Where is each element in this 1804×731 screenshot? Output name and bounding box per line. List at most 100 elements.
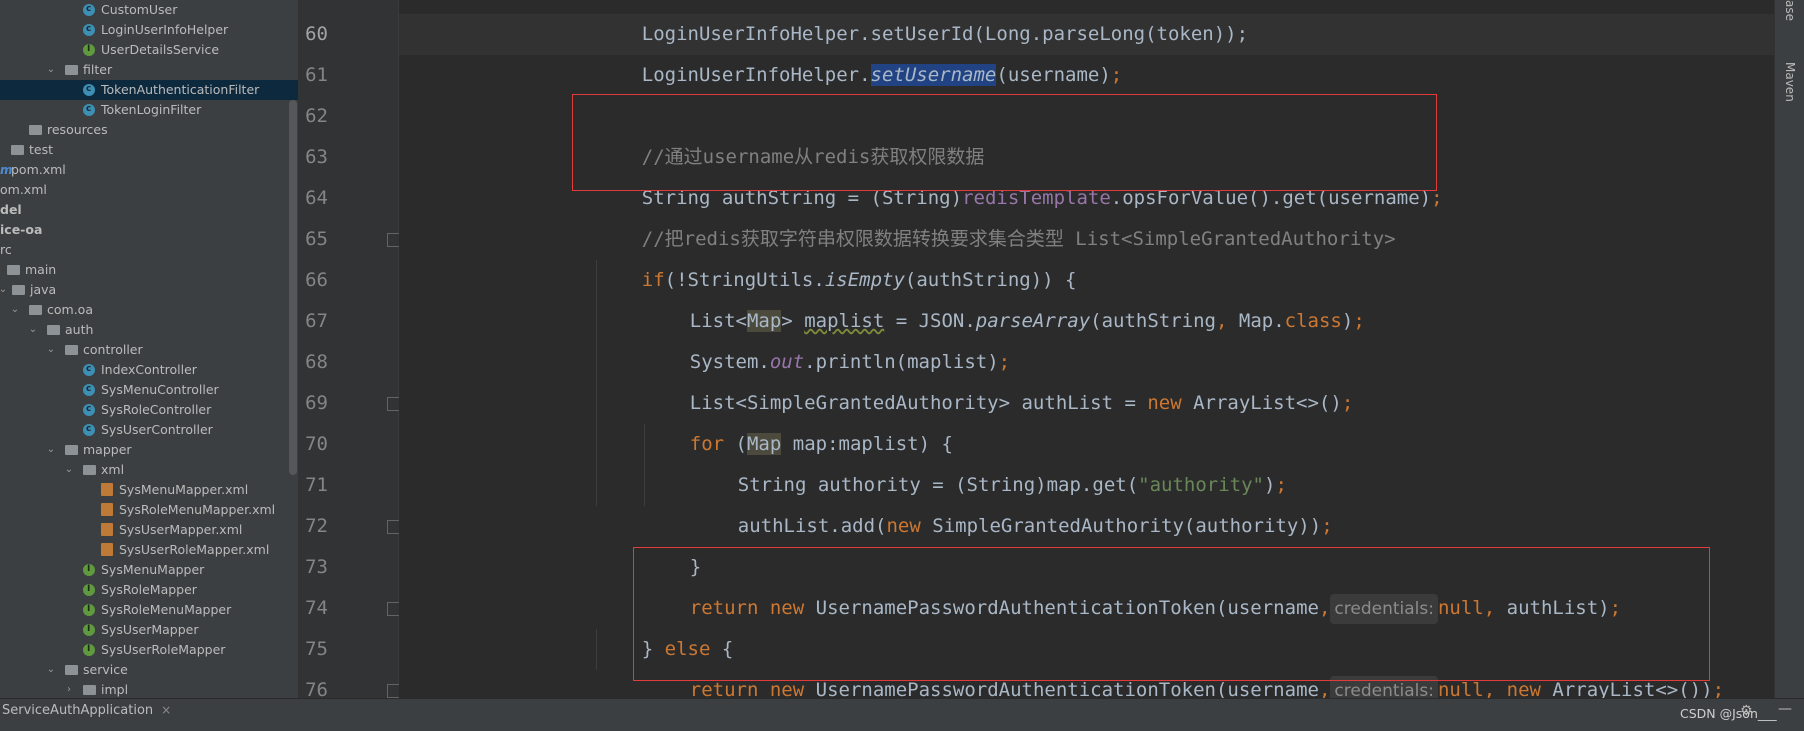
database-tab[interactable]: ase [1783, 0, 1797, 21]
csdn-watermark: CSDN @Json___ [1680, 706, 1777, 721]
close-icon[interactable]: × [161, 703, 171, 717]
xml-file-icon [101, 503, 113, 516]
tree-item-mapper[interactable]: ⌄ mapper [0, 440, 298, 460]
tree-item-pom-xml[interactable]: m pom.xml [0, 160, 298, 180]
tree-item-sysrolemenumapper[interactable]: SysRoleMenuMapper [0, 599, 298, 620]
tree-item-sysuserrolemapper-xml[interactable]: SysUserRoleMapper.xml [0, 540, 298, 560]
line-number: 70 [305, 433, 328, 455]
class-icon [83, 0, 95, 19]
tree-scrollbar[interactable] [289, 100, 297, 475]
tree-item-java[interactable]: ⌄ java [0, 280, 298, 300]
code-line-59[interactable]: LoginUserInfoHelper.setUserId(Long.parse… [596, 0, 1248, 45]
code-line-72[interactable]: } [644, 506, 701, 578]
folder-icon [12, 285, 25, 295]
chevron-down-icon[interactable]: ⌄ [45, 440, 57, 460]
line-number: 72 [305, 515, 328, 537]
interface-icon [83, 559, 95, 579]
code-editor[interactable]: LoginUserInfoHelper.setUserId(Long.parse… [399, 0, 1774, 698]
tree-item-auth[interactable]: ⌄ auth [0, 320, 298, 340]
tree-item-customuser[interactable]: CustomUser [0, 0, 298, 20]
chevron-down-icon[interactable]: ⌄ [9, 300, 21, 320]
code-line-69[interactable]: for (Map map:maplist) { [644, 383, 953, 455]
run-tab-label: ServiceAuthApplication [2, 703, 154, 718]
interface-icon [83, 639, 95, 659]
chevron-down-icon[interactable]: ⌄ [0, 280, 9, 300]
line-number: 65 [305, 228, 328, 250]
line-number: 68 [305, 351, 328, 373]
tree-item-com-oa[interactable]: ⌄ com.oa [0, 300, 298, 320]
folder-icon [65, 665, 78, 675]
tree-item-sysmenucontroller[interactable]: SysMenuController [0, 379, 298, 400]
tree-item-resources[interactable]: resources [0, 120, 298, 140]
tree-item-sysmenumapper[interactable]: SysMenuMapper [0, 559, 298, 580]
tree-item-sysusermapper-xml[interactable]: SysUserMapper.xml [0, 520, 298, 540]
tree-item-main[interactable]: main [0, 260, 298, 280]
maven-tab[interactable]: Maven [1783, 62, 1797, 102]
folder-icon [29, 125, 42, 135]
run-tab[interactable]: ServiceAuthApplication × [0, 699, 177, 721]
line-number: 64 [305, 187, 328, 209]
chevron-down-icon[interactable]: ⌄ [27, 320, 39, 340]
tree-item-service-oa[interactable]: ice-oa [0, 220, 298, 240]
folder-icon [65, 65, 78, 75]
line-number: 61 [305, 64, 328, 86]
xml-file-icon [101, 523, 113, 536]
line-number: 74 [305, 597, 328, 619]
line-number: 75 [305, 638, 328, 660]
gear-icon[interactable]: ⚙ [1740, 703, 1753, 719]
chevron-down-icon[interactable]: ⌄ [45, 340, 57, 360]
code-line-65[interactable]: if(!StringUtils.isEmpty(authString)) { [596, 219, 1077, 291]
tree-item-indexcontroller[interactable]: IndexController [0, 359, 298, 380]
bottom-bar: ServiceAuthApplication × CSDN @Json___ ⚙ … [0, 698, 1804, 731]
folder-icon [83, 685, 96, 695]
tree-item-xml[interactable]: ⌄ xml [0, 460, 298, 480]
tree-item-controller[interactable]: ⌄ controller [0, 340, 298, 360]
tree-item-pom-xml-2[interactable]: om.xml [0, 180, 298, 200]
tree-item-sysmenumapper-xml[interactable]: SysMenuMapper.xml [0, 480, 298, 500]
code-line-68[interactable]: List<SimpleGrantedAuthority> authList = … [644, 342, 1354, 414]
code-line-60[interactable]: LoginUserInfoHelper.setUsername(username… [596, 14, 1122, 86]
code-line-71[interactable]: authList.add(new SimpleGrantedAuthority(… [692, 465, 1333, 537]
folder-icon [65, 445, 78, 455]
class-icon [83, 379, 95, 399]
tree-item-sysusercontroller[interactable]: SysUserController [0, 419, 298, 440]
code-line-70[interactable]: String authority = (String)map.get("auth… [692, 424, 1287, 496]
maven-icon: m [0, 163, 13, 177]
tree-item-impl[interactable]: › impl [0, 680, 298, 698]
tree-item-sysuserrolemapper[interactable]: SysUserRoleMapper [0, 639, 298, 660]
tree-item-sysrolecontroller[interactable]: SysRoleController [0, 399, 298, 420]
tree-item-filter[interactable]: ⌄ filter [0, 60, 298, 80]
line-number: 67 [305, 310, 328, 332]
class-icon [83, 399, 95, 419]
line-number-gutter: 60 61 62 63 64 65 66 67 68 69 70 71 72 7… [298, 0, 400, 701]
chevron-down-icon[interactable]: ⌄ [45, 660, 57, 680]
minimize-icon[interactable]: — [1778, 701, 1792, 717]
class-icon [83, 19, 95, 39]
code-line-66[interactable]: List<Map> maplist = JSON.parseArray(auth… [644, 260, 1365, 332]
chevron-right-icon[interactable]: › [63, 680, 75, 698]
class-icon [83, 99, 95, 119]
folder-icon [7, 265, 20, 275]
line-number: 73 [305, 556, 328, 578]
tree-item-sysrolemapper[interactable]: SysRoleMapper [0, 579, 298, 600]
tree-item-sysusermapper[interactable]: SysUserMapper [0, 619, 298, 640]
tree-item-test[interactable]: test [0, 140, 298, 160]
chevron-down-icon[interactable]: ⌄ [45, 60, 57, 80]
tree-item-model[interactable]: del [0, 200, 298, 220]
project-tree: CustomUser LoginUserInfoHelper UserDetai… [0, 0, 298, 698]
tree-item-tokenauthenticationfilter[interactable]: TokenAuthenticationFilter [0, 79, 298, 100]
folder-icon [11, 145, 24, 155]
folder-icon [47, 325, 60, 335]
code-line-67[interactable]: System.out.println(maplist); [644, 301, 1010, 373]
tree-item-sysrolemenumapper-xml[interactable]: SysRoleMenuMapper.xml [0, 500, 298, 520]
tree-item-tokenloginfilter[interactable]: TokenLoginFilter [0, 99, 298, 120]
interface-icon [83, 39, 95, 59]
tree-item-loginuserinfohelper[interactable]: LoginUserInfoHelper [0, 19, 298, 40]
interface-icon [83, 579, 95, 599]
line-number: 71 [305, 474, 328, 496]
line-number: 66 [305, 269, 328, 291]
tree-item-service[interactable]: ⌄ service [0, 660, 298, 680]
chevron-down-icon[interactable]: ⌄ [63, 460, 75, 480]
tree-item-userdetailsservice[interactable]: UserDetailsService [0, 39, 298, 60]
tree-item-src[interactable]: rc [0, 240, 298, 260]
